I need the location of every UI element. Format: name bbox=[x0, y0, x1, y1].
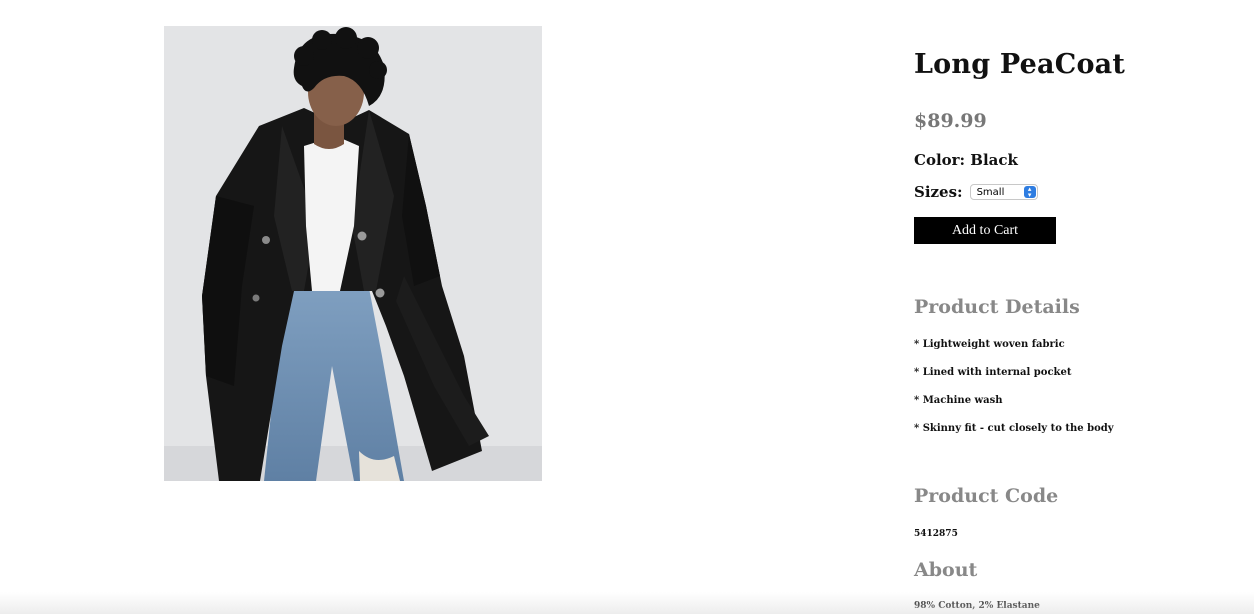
about-text: 98% Cotton, 2% Elastane bbox=[914, 601, 1040, 611]
product-code-heading: Product Code bbox=[914, 485, 1059, 507]
bottom-fade bbox=[0, 592, 1254, 614]
list-item: * Skinny fit - cut closely to the body bbox=[914, 423, 1114, 434]
product-details-heading: Product Details bbox=[914, 296, 1080, 318]
product-color: Color: Black bbox=[914, 151, 1018, 169]
chevron-updown-icon: ▴ ▾ bbox=[1023, 186, 1036, 199]
product-price: $89.99 bbox=[914, 110, 987, 132]
product-title: Long PeaCoat bbox=[914, 49, 1126, 80]
list-item: * Lined with internal pocket bbox=[914, 367, 1072, 378]
product-code-value: 5412875 bbox=[914, 529, 958, 539]
size-select[interactable]: Small ▴ ▾ bbox=[969, 184, 1038, 200]
sizes-row: Sizes: Small ▴ ▾ bbox=[914, 183, 1038, 201]
about-heading: About bbox=[914, 559, 978, 581]
product-image bbox=[164, 26, 542, 481]
list-item: * Lightweight woven fabric bbox=[914, 339, 1065, 350]
product-photo-illustration bbox=[164, 26, 542, 481]
sizes-label: Sizes: bbox=[914, 183, 963, 201]
list-item: * Machine wash bbox=[914, 395, 1003, 406]
size-select-value: Small bbox=[976, 186, 1005, 198]
product-details-list: * Lightweight woven fabric * Lined with … bbox=[914, 338, 1114, 450]
add-to-cart-button[interactable]: Add to Cart bbox=[914, 217, 1056, 244]
